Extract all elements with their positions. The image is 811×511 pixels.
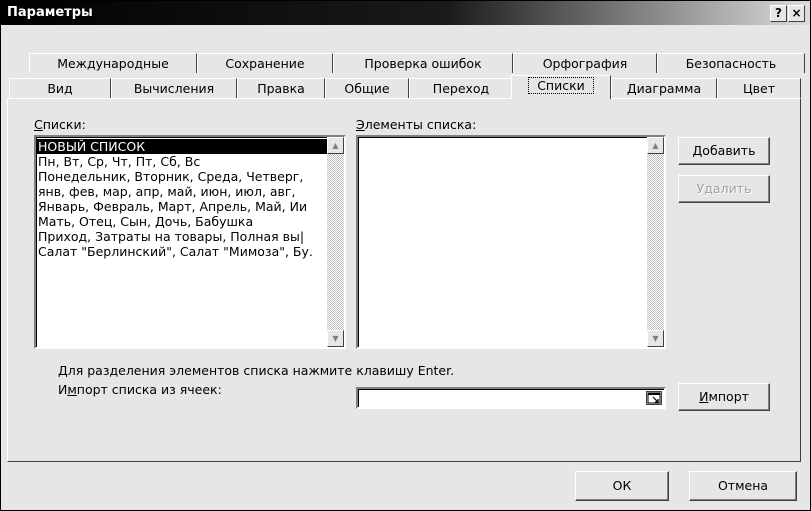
delete-label: Удалить xyxy=(696,181,752,196)
list-item[interactable]: Приход, Затраты на товары, Полная вы| xyxy=(36,229,327,244)
list-item[interactable]: НОВЫЙ СПИСОК xyxy=(36,139,327,154)
lists-label: Списки: xyxy=(34,117,86,132)
ok-button[interactable]: ОК xyxy=(575,471,669,501)
tab-view[interactable]: Вид xyxy=(9,78,111,98)
delete-button[interactable]: Удалить xyxy=(678,175,770,203)
scroll-down-button[interactable]: ▼ xyxy=(647,330,664,347)
import-label-pre: И xyxy=(58,382,68,397)
tab-label: Общие xyxy=(344,81,390,96)
tab-general[interactable]: Общие xyxy=(325,78,409,98)
ok-label: ОК xyxy=(612,478,632,493)
options-dialog: Параметры ? × Международные Сохранение П… xyxy=(0,0,811,511)
import-label-accel: м xyxy=(67,382,77,397)
help-button[interactable]: ? xyxy=(770,5,787,22)
tab-spelling[interactable]: Орфография xyxy=(513,53,657,73)
import-range-field[interactable] xyxy=(356,387,666,409)
tab-custom-lists[interactable]: Списки xyxy=(511,75,611,99)
entries-label-rest: лементы списка: xyxy=(364,117,477,132)
tab-label: Орфография xyxy=(542,56,628,71)
tab-chart[interactable]: Диаграмма xyxy=(611,78,717,98)
list-item[interactable]: Пн, Вт, Ср, Чт, Пт, Сб, Вс xyxy=(36,154,327,169)
entries-scrollbar[interactable]: ▲ ▼ xyxy=(647,137,664,347)
tab-label: Переход xyxy=(432,81,490,96)
tab-international[interactable]: Международные xyxy=(29,53,197,73)
scroll-up-button[interactable]: ▲ xyxy=(647,137,664,154)
list-item[interactable]: Мать, Отец, Сын, Дочь, Бабушка xyxy=(36,214,327,229)
lists-label-rest: писки: xyxy=(42,117,86,132)
list-item[interactable]: янв, фев, мар, апр, май, июн, июл, авг, xyxy=(36,184,327,199)
custom-lists-listbox[interactable]: НОВЫЙ СПИСОК Пн, Вт, Ср, Чт, Пт, Сб, Вс По… xyxy=(34,135,346,349)
tab-label: Списки xyxy=(528,77,594,94)
tab-label: Сохранение xyxy=(225,56,305,71)
title-bar[interactable]: Параметры ? × xyxy=(1,1,810,25)
close-button[interactable]: × xyxy=(788,5,805,22)
tab-security[interactable]: Безопасность xyxy=(657,53,805,73)
tab-label: Вычисления xyxy=(133,81,215,96)
tab-edit[interactable]: Правка xyxy=(237,78,325,98)
tab-save[interactable]: Сохранение xyxy=(197,53,333,73)
import-label-rest: порт списка из ячеек: xyxy=(76,382,222,397)
tab-calculation[interactable]: Вычисления xyxy=(111,78,237,98)
add-button[interactable]: Добавить xyxy=(678,137,770,165)
import-button[interactable]: Импорт xyxy=(678,383,770,411)
scroll-down-button[interactable]: ▼ xyxy=(327,330,344,347)
add-accel: Д xyxy=(692,143,703,158)
tab-error-checking[interactable]: Проверка ошибок xyxy=(333,53,513,73)
import-range-label: Импорт списка из ячеек: xyxy=(58,382,222,397)
tab-label: Вид xyxy=(47,81,73,96)
list-item[interactable]: Январь, Февраль, Март, Апрель, Май, Ии xyxy=(36,199,327,214)
window-title: Параметры xyxy=(7,5,93,20)
tab-label: Цвет xyxy=(742,81,776,96)
scroll-up-button[interactable]: ▲ xyxy=(327,137,344,154)
list-entries-box[interactable]: ▲ ▼ xyxy=(356,135,666,349)
entries-label-accel: Э xyxy=(356,117,365,132)
list-entries-label: Элементы списка: xyxy=(356,117,476,132)
tab-label: Проверка ошибок xyxy=(364,56,482,71)
tab-label: Правка xyxy=(257,81,305,96)
cancel-label: Отмена xyxy=(717,478,769,493)
tab-transition[interactable]: Переход xyxy=(409,78,513,98)
tab-panel: Списки: НОВЫЙ СПИСОК Пн, Вт, Ср, Чт, Пт, … xyxy=(7,98,801,462)
add-rest: обавить xyxy=(702,143,756,158)
lists-label-accel: С xyxy=(34,117,43,132)
tab-label: Диаграмма xyxy=(626,81,702,96)
list-item[interactable]: Салат "Берлинский", Салат "Мимоза", Бу. xyxy=(36,244,327,259)
list-item[interactable]: Понедельник, Вторник, Среда, Четверг, xyxy=(36,169,327,184)
tab-color[interactable]: Цвет xyxy=(717,78,801,98)
import-rest: мпорт xyxy=(708,389,749,404)
list-items: НОВЫЙ СПИСОК Пн, Вт, Ср, Чт, Пт, Сб, Вс По… xyxy=(36,139,327,259)
cancel-button[interactable]: Отмена xyxy=(689,471,797,501)
tab-label: Международные xyxy=(57,56,169,71)
collapse-dialog-icon[interactable] xyxy=(646,391,662,405)
tab-label: Безопасность xyxy=(685,56,777,71)
lists-scrollbar[interactable]: ▲ ▼ xyxy=(327,137,344,347)
hint-text: Для разделения элементов списка нажмите … xyxy=(58,363,455,378)
